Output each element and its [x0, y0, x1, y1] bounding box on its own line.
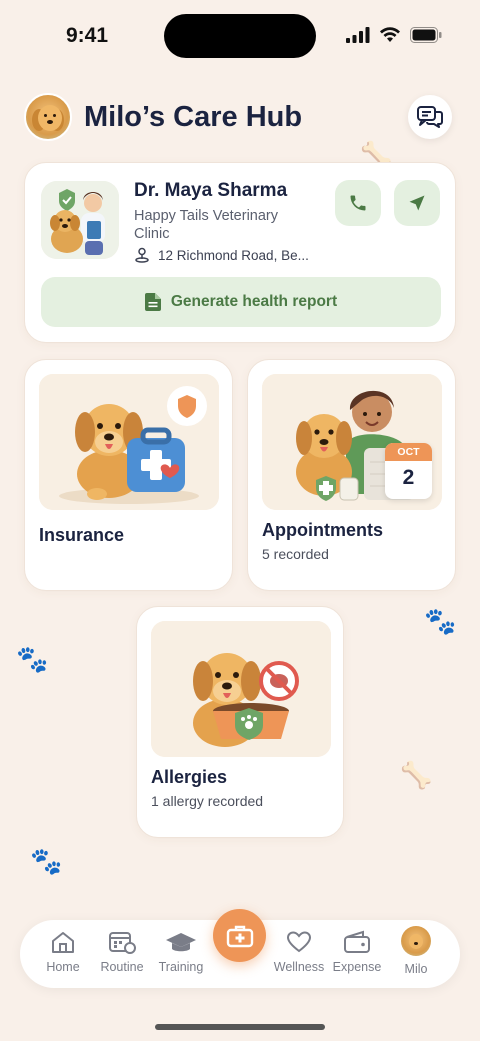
vet-photo — [41, 181, 119, 259]
tab-home[interactable]: Home — [33, 930, 93, 974]
insurance-illustration — [39, 374, 219, 510]
tab-training-label: Training — [158, 960, 204, 974]
dog-avatar — [401, 926, 431, 956]
wallet-icon — [344, 930, 370, 953]
navigation-icon — [409, 195, 425, 211]
graduation-cap-icon — [166, 933, 196, 952]
tab-training[interactable]: Training — [151, 930, 211, 974]
allergies-illustration — [151, 621, 331, 757]
tab-wellness-label: Wellness — [273, 960, 325, 974]
paw-decoration-icon: 🐾 — [16, 644, 49, 674]
signal-icon — [346, 27, 370, 43]
calendar-day: 2 — [402, 466, 415, 489]
tab-home-label: Home — [46, 960, 80, 974]
page-title: Milo’s Care Hub — [84, 100, 303, 133]
phone-icon — [350, 195, 366, 211]
appointments-title: Appointments — [262, 520, 383, 540]
tab-routine[interactable]: Routine — [92, 930, 152, 974]
paw-decoration-icon: 🐾 — [30, 846, 63, 876]
tab-expense[interactable]: Expense — [327, 930, 387, 974]
vet-with-dog-illustration — [41, 181, 119, 259]
calendar-badge: OCT 2 — [385, 443, 432, 499]
appointments-card[interactable]: OCT 2 Appointments 5 recorded — [247, 359, 456, 591]
home-indicator[interactable] — [155, 1024, 325, 1030]
status-bar: 9:41 — [0, 0, 480, 70]
generate-report-label: Generate health report — [170, 293, 338, 310]
directions-button[interactable] — [394, 180, 440, 226]
heart-icon — [286, 931, 312, 953]
status-icons — [346, 27, 442, 43]
tab-milo[interactable]: Milo — [386, 926, 446, 976]
medical-kit-icon — [226, 925, 253, 947]
vet-address: 12 Richmond Road, Be... — [134, 247, 309, 263]
insurance-card[interactable]: Insurance — [24, 359, 233, 591]
calendar-month: OCT — [385, 443, 432, 461]
health-center-button[interactable] — [213, 909, 266, 962]
appointments-count: 5 recorded — [262, 546, 329, 562]
vet-card[interactable]: Dr. Maya Sharma Happy Tails Veterinary C… — [24, 162, 456, 343]
call-button[interactable] — [335, 180, 381, 226]
location-pin-icon — [135, 247, 149, 263]
dynamic-island — [164, 14, 316, 58]
wifi-icon — [380, 27, 400, 42]
tab-milo-label: Milo — [404, 962, 428, 976]
header: Milo’s Care Hub — [24, 92, 452, 142]
bone-decoration-icon: 🦴 — [400, 760, 433, 790]
vet-name: Dr. Maya Sharma — [134, 180, 288, 201]
allergies-title: Allergies — [151, 767, 228, 787]
chat-bubbles-icon — [417, 106, 443, 128]
allergies-count: 1 allergy recorded — [151, 793, 264, 809]
chat-button[interactable] — [408, 95, 452, 139]
allergies-card[interactable]: Allergies 1 allergy recorded — [136, 606, 344, 838]
tab-routine-label: Routine — [100, 960, 144, 974]
status-time: 9:41 — [66, 24, 109, 47]
vet-clinic: Happy Tails Veterinary Clinic — [134, 208, 279, 242]
insurance-title: Insurance — [39, 525, 125, 545]
calendar-clock-icon — [109, 932, 136, 954]
generate-report-button[interactable]: Generate health report — [41, 277, 441, 327]
document-icon — [144, 293, 161, 311]
tab-wellness[interactable]: Wellness — [269, 930, 329, 974]
home-icon — [52, 932, 74, 953]
battery-icon — [410, 27, 442, 43]
vet-address-text: 12 Richmond Road, Be... — [158, 247, 309, 263]
dog-avatar[interactable] — [24, 93, 72, 141]
tab-expense-label: Expense — [332, 960, 382, 974]
paw-decoration-icon: 🐾 — [424, 606, 457, 636]
